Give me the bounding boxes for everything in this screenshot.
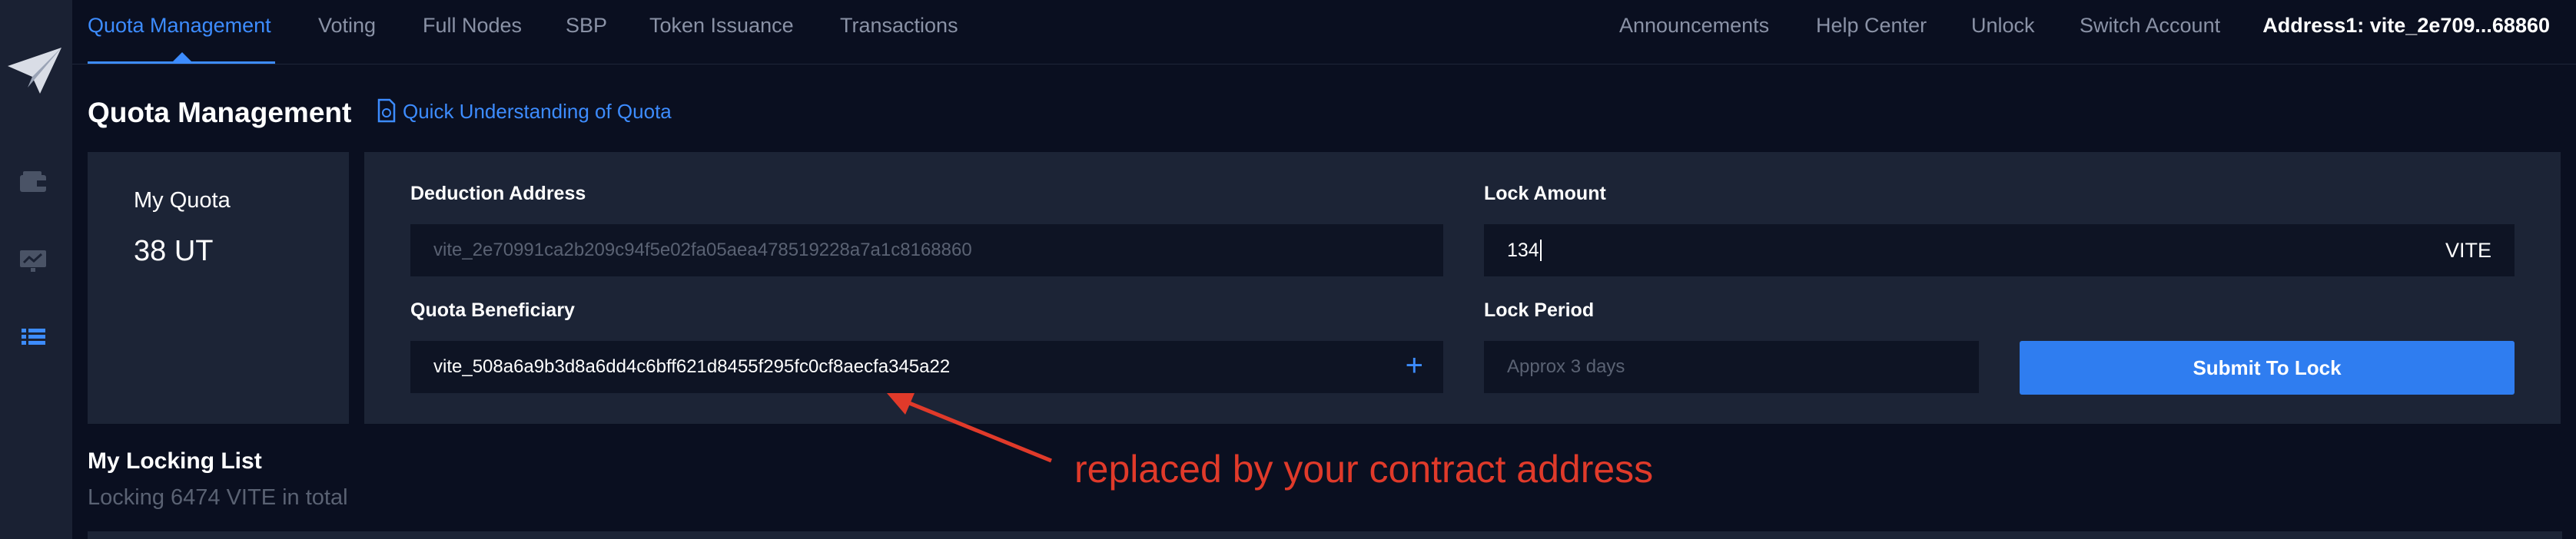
tab-voting[interactable]: Voting (318, 14, 376, 38)
text-cursor (1539, 240, 1542, 261)
tab-sbp[interactable]: SBP (566, 14, 607, 38)
lock-period-label: Lock Period (1484, 299, 1595, 321)
tab-quota-management[interactable]: Quota Management (88, 14, 271, 38)
deduction-address-field: vite_2e70991ca2b209c94f5e02fa05aea478519… (410, 224, 1443, 276)
lock-amount-unit: VITE (2445, 239, 2491, 262)
lock-amount-value: 134 (1507, 240, 1539, 261)
nav-announcements[interactable]: Announcements (1619, 14, 1769, 38)
lock-period-field[interactable]: Approx 3 days (1484, 341, 1979, 393)
sidebar (0, 0, 72, 539)
lock-amount-label: Lock Amount (1484, 183, 1606, 204)
my-locking-list-title: My Locking List (88, 448, 262, 474)
wallet-icon[interactable] (18, 169, 48, 195)
deduction-address-value: vite_2e70991ca2b209c94f5e02fa05aea478519… (433, 240, 972, 260)
annotation-text: replaced by your contract address (1074, 448, 1654, 491)
quota-beneficiary-label: Quota Beneficiary (410, 299, 575, 321)
deduction-address-label: Deduction Address (410, 183, 586, 204)
tab-transactions[interactable]: Transactions (840, 14, 958, 38)
lock-period-placeholder: Approx 3 days (1507, 356, 1625, 377)
locking-list-table (88, 531, 2562, 539)
tab-token-issuance[interactable]: Token Issuance (649, 14, 794, 38)
nav-help-center[interactable]: Help Center (1816, 14, 1927, 38)
chart-screen-icon[interactable] (18, 247, 48, 273)
account-address[interactable]: Address1: vite_2e709...68860 (2262, 14, 2550, 38)
quick-link-label: Quick Understanding of Quota (403, 100, 672, 123)
annotation-arrow (887, 393, 1052, 463)
nav-switch-account[interactable]: Switch Account (2080, 14, 2220, 38)
quota-beneficiary-value: vite_508a6a9b3d8a6dd4c6bff621d8455f295fc… (433, 356, 951, 377)
paper-plane-logo[interactable] (5, 43, 66, 98)
lock-amount-input[interactable]: 134 VITE (1484, 224, 2515, 276)
document-icon (377, 98, 396, 123)
submit-to-lock-button[interactable]: Submit To Lock (2020, 341, 2515, 395)
quick-understanding-link[interactable]: Quick Understanding of Quota (377, 98, 672, 124)
nav-unlock[interactable]: Unlock (1971, 14, 2035, 38)
tab-full-nodes[interactable]: Full Nodes (423, 14, 522, 38)
active-tab-caret (173, 52, 191, 61)
list-icon[interactable] (18, 324, 48, 350)
page-title: Quota Management (88, 97, 352, 128)
my-quota-label: My Quota (134, 188, 231, 213)
locking-total: Locking 6474 VITE in total (88, 485, 348, 510)
add-beneficiary-icon[interactable]: + (1406, 350, 1423, 381)
my-quota-value: 38 UT (134, 235, 214, 267)
